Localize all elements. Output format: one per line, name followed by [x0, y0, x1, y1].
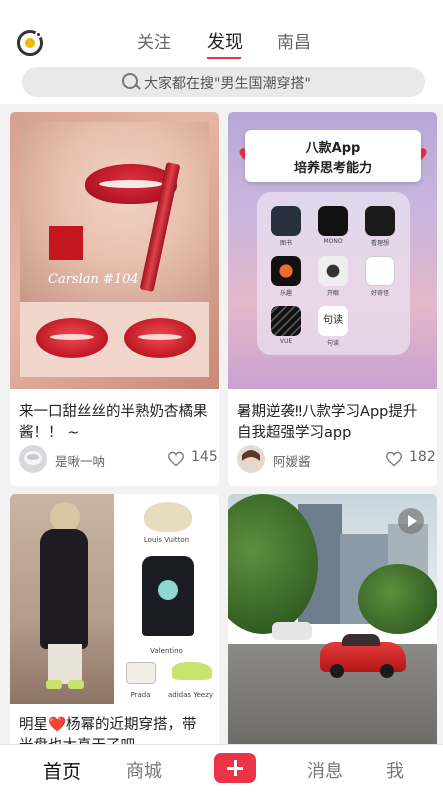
like-count: 182: [409, 449, 436, 465]
tree-graphic: [358, 564, 437, 634]
card-image[interactable]: 八款App 培养思考能力 图书 MONO 看理想 乐趣 开眼 好奇怪 VUE 句…: [228, 112, 437, 389]
feed-card[interactable]: Louis Vuitton Valentino Prada adidas Yee…: [10, 494, 219, 754]
bottom-navigation: 首页 商城 消息 我: [0, 744, 443, 792]
plus-icon-vertical: [233, 760, 237, 776]
image-banner: 八款App 培养思考能力: [245, 130, 421, 182]
sneaker-graphic: [46, 680, 62, 689]
heart-icon[interactable]: [385, 451, 403, 467]
hat-graphic: [144, 502, 192, 532]
card-image[interactable]: Louis Vuitton Valentino Prada adidas Yee…: [10, 494, 219, 704]
play-icon[interactable]: [398, 508, 424, 534]
lips-graphic-right: [124, 318, 196, 358]
person-legs: [48, 644, 82, 684]
app-icon: [318, 256, 348, 286]
nav-mall[interactable]: 商城: [126, 757, 162, 783]
app-label: VUE: [279, 338, 293, 345]
avatar-image: [19, 445, 47, 473]
bag-graphic: [126, 662, 156, 684]
lipstick-box-graphic: [49, 226, 83, 260]
tab-discover-label: 发现: [207, 32, 243, 53]
app-icon: [271, 256, 301, 286]
brand-label: adidas Yeezy: [167, 691, 214, 699]
heart-icon[interactable]: [167, 451, 185, 467]
card-image[interactable]: [228, 494, 437, 754]
card-title[interactable]: 来一口甜丝丝的半熟奶杏橘果酱！！ ~: [19, 402, 209, 444]
active-tab-indicator: [207, 57, 241, 59]
app-icon: [271, 306, 301, 336]
app-icon: [271, 206, 301, 236]
tab-discover[interactable]: 发现: [207, 28, 243, 59]
sneaker-graphic: [68, 680, 84, 689]
app-label: MONO: [323, 238, 343, 245]
app-icon: [365, 256, 395, 286]
add-post-button[interactable]: [214, 753, 256, 783]
brand-label: Louis Vuitton: [143, 536, 190, 544]
lips-graphic-left: [36, 318, 108, 358]
app-label: 看理想: [370, 240, 389, 247]
app-label: 好奇怪: [370, 290, 389, 297]
person-body: [40, 529, 88, 649]
app-icon: [318, 206, 348, 236]
app-label: 句读: [326, 340, 339, 347]
avatar[interactable]: [19, 445, 47, 473]
search-bar[interactable]: 大家都在搜"男生国潮穿搭": [22, 67, 425, 97]
nav-home[interactable]: 首页: [43, 757, 81, 784]
celebrity-photo: [10, 494, 114, 704]
app-label: 乐趣: [279, 290, 292, 297]
feed-card[interactable]: Carslan #104 来一口甜丝丝的半熟奶杏橘果酱！！ ~ 是啾一呐 145: [10, 112, 219, 486]
feed-card[interactable]: [228, 494, 437, 754]
search-icon: [122, 73, 138, 89]
feed-card[interactable]: 八款App 培养思考能力 图书 MONO 看理想 乐趣 开眼 好奇怪 VUE 句…: [228, 112, 437, 486]
card-author-row: 阿嫒酱 182: [237, 445, 436, 473]
avatar-image: [237, 445, 265, 473]
app-label: 图书: [279, 240, 292, 247]
top-tabs: 关注 发现 南昌: [0, 28, 443, 59]
card-title[interactable]: 暑期逆袭‼八款学习App提升自我超强学习app: [237, 402, 427, 444]
app-icon: [365, 206, 395, 236]
tab-nanchang[interactable]: 南昌: [277, 28, 311, 53]
like-count: 145: [191, 449, 218, 465]
nav-me[interactable]: 我: [386, 757, 404, 783]
outfit-items: Louis Vuitton Valentino Prada adidas Yee…: [114, 494, 219, 704]
search-placeholder: 大家都在搜"男生国潮穿搭": [144, 76, 311, 92]
wheel-graphic: [380, 664, 394, 678]
avatar[interactable]: [237, 445, 265, 473]
top-header: 关注 发现 南昌 大家都在搜"男生国潮穿搭": [0, 0, 443, 104]
tab-follow[interactable]: 关注: [137, 28, 171, 53]
red-car-graphic: [320, 634, 406, 678]
lips-closeup: [20, 302, 209, 377]
hoodie-graphic: [142, 556, 194, 636]
app-folder: 图书 MONO 看理想 乐趣 开眼 好奇怪 VUE 句读 句读: [257, 192, 410, 355]
brand-label: Valentino: [150, 647, 183, 655]
banner-line-1: 八款App: [305, 141, 361, 156]
image-overlay-text: Carslan #104: [48, 272, 139, 287]
nav-messages[interactable]: 消息: [307, 757, 343, 783]
app-root: 关注 发现 南昌 大家都在搜"男生国潮穿搭" Carslan #104 来一口甜…: [0, 0, 443, 792]
car-graphic: [272, 622, 312, 640]
person-head: [50, 502, 80, 532]
app-label: 开眼: [326, 290, 339, 297]
card-image[interactable]: Carslan #104: [10, 112, 219, 389]
author-name[interactable]: 阿嫒酱: [273, 451, 311, 470]
app-icon: 句读: [318, 306, 348, 336]
card-author-row: 是啾一呐 145: [19, 445, 218, 473]
lipstick-photo: Carslan #104: [20, 122, 209, 302]
author-name[interactable]: 是啾一呐: [55, 451, 105, 470]
banner-line-2: 培养思考能力: [293, 161, 372, 176]
sneaker-graphic: [172, 662, 212, 680]
wheel-graphic: [330, 664, 344, 678]
